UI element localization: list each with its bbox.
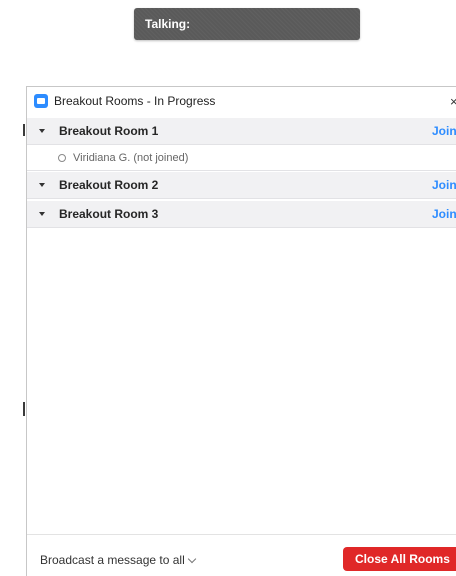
room-name: Breakout Room 2 (59, 178, 159, 192)
room-name: Breakout Room 3 (59, 207, 159, 221)
room-row-2[interactable]: Breakout Room 2 Join (27, 172, 456, 199)
broadcast-label: Broadcast a message to all (40, 553, 185, 567)
participant-row: Viridiana G. (not joined) (27, 145, 456, 171)
caret-down-icon[interactable] (39, 129, 45, 133)
room-name: Breakout Room 1 (59, 124, 159, 138)
status-circle-icon (58, 154, 66, 162)
talking-indicator: Talking: (134, 8, 360, 40)
window-edge-marker (23, 402, 25, 416)
participant-name: Viridiana G. (not joined) (73, 152, 189, 164)
caret-down-icon[interactable] (39, 183, 45, 187)
window-title: Breakout Rooms - In Progress (54, 94, 216, 108)
close-icon[interactable]: × (450, 87, 456, 116)
join-room-3-button[interactable]: Join (432, 201, 456, 228)
breakout-app-icon (34, 94, 48, 108)
chevron-down-icon (187, 554, 196, 564)
caret-down-icon[interactable] (39, 212, 45, 216)
window-titlebar: Breakout Rooms - In Progress × (27, 87, 456, 116)
breakout-rooms-window: Breakout Rooms - In Progress × Breakout … (26, 86, 456, 576)
join-room-2-button[interactable]: Join (432, 172, 456, 199)
close-all-rooms-button[interactable]: Close All Rooms (343, 547, 456, 571)
window-edge-marker (23, 124, 25, 136)
broadcast-dropdown[interactable]: Broadcast a message to all (40, 550, 196, 570)
join-room-1-button[interactable]: Join (432, 118, 456, 145)
room-row-1[interactable]: Breakout Room 1 Join (27, 118, 456, 145)
window-footer: Broadcast a message to all Close All Roo… (27, 534, 456, 576)
screen: Talking: Breakout Rooms - In Progress × … (0, 0, 456, 576)
room-row-3[interactable]: Breakout Room 3 Join (27, 201, 456, 228)
